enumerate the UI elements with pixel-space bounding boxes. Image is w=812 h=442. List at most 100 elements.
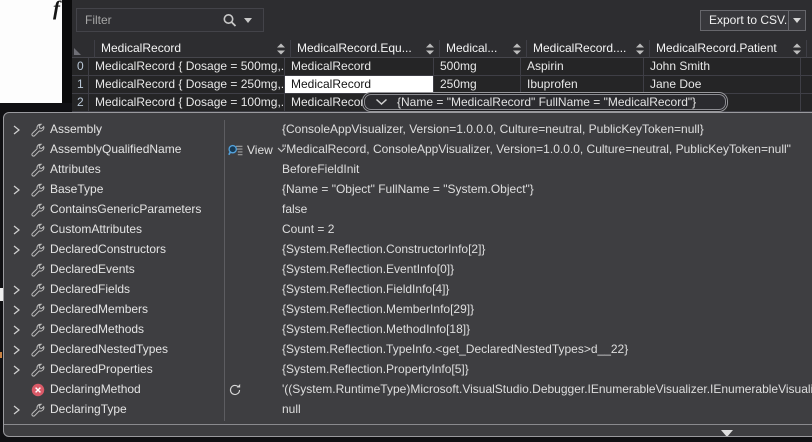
tree-row-name: DeclaredNestedTypes bbox=[50, 342, 168, 356]
datatip-pill[interactable]: {Name = "MedicalRecord" FullName = "Medi… bbox=[362, 92, 728, 112]
tree-row-basetype[interactable]: BaseType {Name = "Object" FullName = "Sys… bbox=[4, 180, 812, 200]
column-header-3[interactable]: Medical... bbox=[440, 40, 527, 58]
tree-row-value: {Name = "Object" FullName = "System.Obje… bbox=[282, 182, 812, 196]
tree-row-name: BaseType bbox=[50, 182, 103, 196]
expand-chevron-icon[interactable] bbox=[12, 125, 21, 135]
tree-row-declaringmethod[interactable]: DeclaringMethod '((System.RuntimeType)Mic… bbox=[4, 380, 812, 400]
tree-row-value: '((System.RuntimeType)Microsoft.VisualSt… bbox=[282, 382, 812, 396]
column-header-label: MedicalRecord bbox=[101, 41, 181, 55]
tree-row-name: Assembly bbox=[50, 122, 102, 136]
tree-row-declaredconstructors[interactable]: DeclaredConstructors{System.Reflection.C… bbox=[4, 240, 812, 260]
tree-row-value: {System.Reflection.ConstructorInfo[2]} bbox=[282, 242, 812, 256]
select-all-header[interactable] bbox=[72, 40, 95, 58]
chevron-down-icon[interactable] bbox=[375, 98, 388, 106]
tree-row-value: {System.Reflection.TypeInfo.<get_Declare… bbox=[282, 342, 812, 356]
tree-row-value: false bbox=[282, 202, 812, 216]
table-cell[interactable]: 500mg bbox=[434, 58, 521, 76]
tree-row-name: DeclaringMethod bbox=[50, 382, 141, 396]
search-dropdown-icon[interactable] bbox=[244, 18, 252, 23]
column-header-4[interactable]: MedicalRecord.... bbox=[527, 40, 650, 58]
refresh-slot[interactable] bbox=[228, 382, 242, 398]
tree-row-declarednestedtypes[interactable]: DeclaredNestedTypes {System.Reflection.Ty… bbox=[4, 340, 812, 360]
tree-row-declaredfields[interactable]: DeclaredFields{System.Reflection.FieldIn… bbox=[4, 280, 812, 300]
tree-row-value: {System.Reflection.MemberInfo[29]} bbox=[282, 302, 812, 316]
magnifier-view-icon bbox=[228, 144, 243, 157]
tree-row-value: {System.Reflection.FieldInfo[4]} bbox=[282, 282, 812, 296]
property-wrench-icon bbox=[31, 223, 45, 237]
table-cell-extra bbox=[801, 58, 812, 76]
expand-chevron-icon[interactable] bbox=[12, 405, 21, 415]
expand-chevron-icon[interactable] bbox=[12, 225, 21, 235]
expand-chevron-icon[interactable] bbox=[12, 345, 21, 355]
datatip-pill-inner: {Name = "MedicalRecord" FullName = "Medi… bbox=[364, 94, 726, 110]
tree-row-declaredmembers[interactable]: DeclaredMembers{System.Reflection.Member… bbox=[4, 300, 812, 320]
property-wrench-icon bbox=[31, 123, 45, 137]
table-cell[interactable]: MedicalRecord { Dosage = 500mg,... bbox=[89, 58, 285, 76]
table-cell[interactable]: MedicalRecord bbox=[285, 58, 434, 76]
column-header-2[interactable]: MedicalRecord.Equ... bbox=[291, 40, 440, 58]
tree-row-value: {System.Reflection.MethodInfo[18]} bbox=[282, 322, 812, 336]
tree-row-customattributes[interactable]: CustomAttributes Count = 2 bbox=[4, 220, 812, 240]
tree-row-declaredproperties[interactable]: DeclaredProperties{System.Reflection.Pro… bbox=[4, 360, 812, 380]
table-cell[interactable]: John Smith bbox=[644, 58, 801, 76]
tree-row-attributes[interactable]: AttributesBeforeFieldInit bbox=[4, 160, 812, 180]
expand-chevron-icon[interactable] bbox=[12, 285, 21, 295]
scroll-strip-divider bbox=[4, 424, 812, 425]
tree-row-assemblyqualifiedname[interactable]: AssemblyQualifiedName View"MedicalRecord,… bbox=[4, 140, 812, 160]
property-wrench-icon bbox=[31, 303, 45, 317]
column-header-extra bbox=[807, 40, 812, 58]
property-wrench-icon bbox=[31, 403, 45, 417]
table-cell[interactable]: MedicalRecord { Dosage = 100mg,... bbox=[89, 94, 285, 112]
sort-arrows-icon bbox=[426, 43, 434, 54]
datatip-pill-text: {Name = "MedicalRecord" FullName = "Medi… bbox=[397, 95, 696, 109]
tree-row-name: ContainsGenericParameters bbox=[50, 202, 201, 216]
table-cell[interactable]: Aspirin bbox=[521, 58, 644, 76]
property-wrench-icon bbox=[31, 183, 45, 197]
tree-row-value: "MedicalRecord, ConsoleAppVisualizer, Ve… bbox=[282, 142, 812, 156]
property-wrench-icon bbox=[31, 163, 45, 177]
scroll-down-button[interactable] bbox=[715, 430, 739, 437]
tree-row-name: DeclaredEvents bbox=[50, 262, 135, 276]
tree-row-assembly[interactable]: Assembly {ConsoleAppVisualizer, Version=1… bbox=[4, 120, 812, 140]
refresh-icon[interactable] bbox=[228, 383, 242, 397]
column-header-5[interactable]: MedicalRecord.Patient bbox=[650, 40, 807, 58]
expand-chevron-icon[interactable] bbox=[12, 185, 21, 195]
table-row: 0MedicalRecord { Dosage = 500mg,...Medic… bbox=[72, 58, 812, 76]
property-wrench-icon bbox=[31, 363, 45, 377]
tree-row-value: Count = 2 bbox=[282, 222, 812, 236]
search-icon[interactable] bbox=[222, 13, 238, 28]
sort-arrows-icon bbox=[277, 43, 285, 54]
row-header[interactable]: 0 bbox=[72, 58, 89, 76]
background-editor-fragment: f bbox=[0, 0, 62, 103]
tree-row-declaredevents[interactable]: DeclaredEvents{System.Reflection.EventIn… bbox=[4, 260, 812, 280]
view-visualizer-button[interactable]: View bbox=[228, 142, 286, 158]
tree-row-name: AssemblyQualifiedName bbox=[50, 142, 181, 156]
tree-row-declaringtype[interactable]: DeclaringTypenull bbox=[4, 400, 812, 420]
editor-text-fragment: f bbox=[53, 0, 60, 21]
column-header-1[interactable]: MedicalRecord bbox=[95, 40, 291, 58]
table-cell[interactable]: MedicalRecord { Dosage = 250mg,... bbox=[89, 76, 285, 94]
column-header-label: MedicalRecord.Patient bbox=[656, 41, 777, 55]
row-header[interactable]: 1 bbox=[72, 76, 89, 94]
tree-row-value: {ConsoleAppVisualizer, Version=1.0.0.0, … bbox=[282, 122, 812, 136]
sort-arrows-icon bbox=[793, 43, 801, 54]
name-value-divider bbox=[224, 120, 225, 421]
expand-chevron-icon[interactable] bbox=[12, 365, 21, 375]
expand-chevron-icon[interactable] bbox=[12, 325, 21, 335]
expand-chevron-icon[interactable] bbox=[12, 305, 21, 315]
tree-row-value: {System.Reflection.PropertyInfo[5]} bbox=[282, 362, 812, 376]
tree-row-name: Attributes bbox=[50, 162, 101, 176]
tree-row-declaredmethods[interactable]: DeclaredMethods{System.Reflection.Method… bbox=[4, 320, 812, 340]
screenshot-root: f Export to CSV... MedicalRecordMedicalR… bbox=[0, 0, 812, 442]
editor-margin-fragment bbox=[0, 352, 2, 358]
tree-row-name: CustomAttributes bbox=[50, 222, 142, 236]
tree-row-containsgenericparameters[interactable]: ContainsGenericParameters false bbox=[4, 200, 812, 220]
property-wrench-icon bbox=[31, 243, 45, 257]
export-csv-dropdown-icon[interactable] bbox=[789, 11, 805, 30]
sort-arrows-icon bbox=[636, 43, 644, 54]
column-header-label: MedicalRecord.Equ... bbox=[297, 41, 412, 55]
row-header[interactable]: 2 bbox=[72, 94, 89, 112]
triangle-down-icon bbox=[721, 430, 733, 437]
export-csv-button[interactable]: Export to CSV... bbox=[700, 10, 806, 31]
expand-chevron-icon[interactable] bbox=[12, 245, 21, 255]
